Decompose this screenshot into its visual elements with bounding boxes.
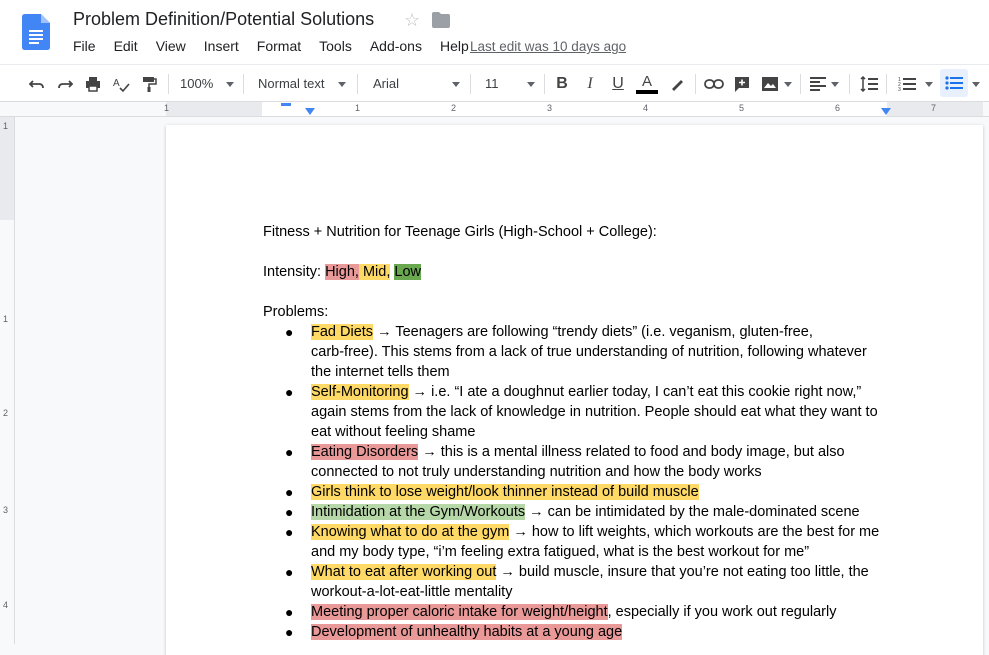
list-item-highlight: Knowing what to do at the gym [311,524,510,540]
bullet-icon: ● [285,564,294,580]
list-item-text: connected to not truly understanding nut… [311,464,762,480]
ruler-label: 2 [451,103,457,113]
toolbar: A 100% Normal text Arial 11 B I U A 123 [0,64,989,102]
print-icon[interactable] [82,65,104,102]
menu-help[interactable]: Help [440,38,469,54]
menu-file[interactable]: File [73,38,96,54]
doc-heading: Fitness + Nutrition for Teenage Girls (H… [263,224,657,240]
document-page[interactable]: Fitness + Nutrition for Teenage Girls (H… [166,125,983,655]
ruler-label: 6 [835,103,841,113]
numbered-list-icon[interactable]: 123 [896,65,918,102]
ruler-label: 3 [547,103,553,113]
text-color-icon[interactable]: A [634,65,660,102]
bold-icon[interactable]: B [552,65,572,102]
underline-icon[interactable]: U [608,65,628,102]
list-item-text: → how to lift weights, which workouts ar… [509,524,880,540]
vertical-ruler[interactable]: 1 1 2 3 4 [0,117,15,644]
list-item-highlight: Fad Diets [311,324,374,340]
left-indent-marker[interactable] [305,108,315,115]
comment-icon[interactable] [731,65,753,102]
italic-icon[interactable]: I [580,65,600,102]
intensity-low: Low [394,264,421,280]
zoom-select[interactable]: 100% [180,65,220,102]
ruler-label: 1 [355,103,361,113]
list-item-highlight: Meeting proper caloric intake for weight… [311,604,608,620]
bullet-icon: ● [285,444,294,460]
bulleted-list-icon[interactable] [940,69,968,97]
horizontal-ruler[interactable]: 1 1 2 3 4 5 6 7 [0,102,989,117]
list-item-highlight: Eating Disorders [311,444,419,460]
list-item-text: the internet tells them [311,364,450,380]
list-item-text: eat without feeling shame [311,424,476,440]
list-item-text: , especially if you work out regularly [607,604,837,620]
list-item-text: again stems from the lack of knowledge i… [311,404,878,420]
star-icon[interactable]: ☆ [404,10,420,31]
spellcheck-icon[interactable]: A [110,65,132,102]
folder-icon[interactable] [432,12,450,28]
bullet-icon: ● [285,504,294,520]
list-item-text: → Teenagers are following “trendy diets”… [373,324,813,340]
intensity-high: High, [325,264,359,280]
line-spacing-icon[interactable] [858,65,880,102]
highlight-icon[interactable] [666,65,688,102]
list-item-text: carb-free). This stems from a lack of tr… [311,344,867,360]
list-item-text: → i.e. “I ate a doughnut earlier today, … [408,384,862,400]
bullet-icon: ● [285,524,294,540]
last-edit-link[interactable]: Last edit was 10 days ago [470,39,626,54]
menu-view[interactable]: View [156,38,186,54]
list-item-text: → build muscle, insure that you’re not e… [496,564,869,580]
list-item-highlight: Self-Monitoring [311,384,409,400]
vruler-label: 2 [3,408,9,418]
menu-edit[interactable]: Edit [114,38,138,54]
list-item-text: → this is a mental illness related to fo… [418,444,845,460]
list-item-highlight: Girls think to lose weight/look thinner … [311,484,699,500]
bullet-icon: ● [285,324,294,340]
bullet-icon: ● [285,384,294,400]
list-item-highlight: Development of unhealthy habits at a you… [311,624,623,640]
menu-format[interactable]: Format [257,38,301,54]
menu-bar: File Edit View Insert Format Tools Add-o… [73,38,487,54]
intensity-label: Intensity: [263,264,326,280]
paint-format-icon[interactable] [138,65,160,102]
ruler-label: 5 [739,103,745,113]
font-size-select[interactable]: 11 [485,65,515,102]
ruler-label: 1 [164,103,170,113]
list-item-text: and my body type, “i’m feeling extra fat… [311,544,810,560]
menu-tools[interactable]: Tools [319,38,352,54]
vruler-label: 4 [3,600,9,610]
list-item-text: → can be intimidated by the male-dominat… [525,504,860,520]
intensity-line: Intensity: High, Mid, Low [263,262,421,282]
bullet-icon: ● [285,604,294,620]
redo-icon[interactable] [54,65,76,102]
first-line-indent-marker[interactable] [281,103,291,106]
list-item-highlight: What to eat after working out [311,564,497,580]
style-select[interactable]: Normal text [258,65,338,102]
ruler-label: 4 [643,103,649,113]
ruler-label: 7 [931,103,937,113]
list-item-text: workout-a-lot-eat-little mentality [311,584,513,600]
svg-text:A: A [113,78,120,89]
vruler-label: 1 [3,314,9,324]
right-indent-marker[interactable] [881,108,891,115]
align-icon[interactable] [808,65,828,102]
vruler-label: 3 [3,505,9,515]
svg-text:3: 3 [898,87,901,92]
menu-addons[interactable]: Add-ons [370,38,422,54]
undo-icon[interactable] [26,65,48,102]
document-title[interactable]: Problem Definition/Potential Solutions [73,9,374,30]
menu-insert[interactable]: Insert [204,38,239,54]
docs-logo-icon[interactable] [22,14,50,50]
bullet-icon: ● [285,624,294,640]
image-icon[interactable] [759,65,781,102]
intensity-mid: Mid, [358,264,391,280]
header: Problem Definition/Potential Solutions ☆… [0,0,989,64]
font-select[interactable]: Arial [373,65,453,102]
vruler-label: 1 [3,121,9,131]
bullet-icon: ● [285,484,294,500]
list-item-highlight: Intimidation at the Gym/Workouts [311,504,526,520]
problems-label: Problems: [263,304,329,320]
link-icon[interactable] [703,65,725,102]
